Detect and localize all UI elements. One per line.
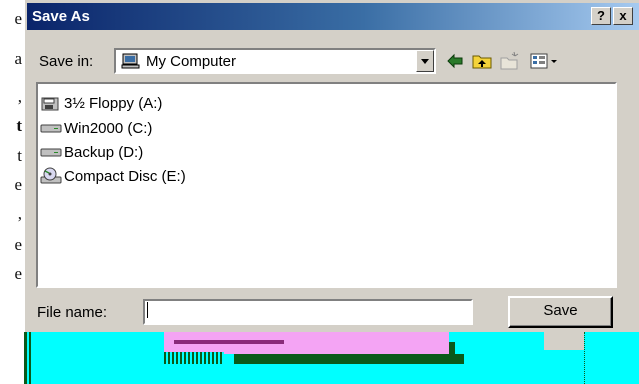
title-bar[interactable]: Save As ? x — [27, 3, 639, 30]
list-item[interactable]: 3½ Floppy (A:) — [40, 92, 162, 114]
list-item[interactable]: Backup (D:) — [40, 141, 143, 163]
save-in-value: My Computer — [146, 53, 237, 70]
help-button[interactable]: ? — [591, 7, 611, 25]
up-folder-icon — [472, 55, 492, 69]
background-text-fragment: , — [17, 87, 22, 106]
background-page-text: e a , t t e , e e — [0, 0, 24, 384]
background-text-fragment: e — [14, 235, 22, 254]
background-text-fragment: e — [14, 175, 22, 194]
dropdown-arrow-button[interactable] — [416, 50, 434, 72]
background-text-fragment: e — [14, 9, 22, 28]
list-item-label: Backup (D:) — [64, 143, 144, 161]
artifact-dither — [164, 352, 224, 364]
save-in-label: Save in: — [39, 53, 94, 70]
list-item-label: 3½ Floppy (A:) — [64, 94, 163, 112]
hard-drive-icon — [40, 148, 62, 157]
artifact-green-bar — [234, 354, 464, 364]
file-name-input[interactable] — [143, 299, 473, 325]
list-item[interactable]: Win2000 (C:) — [40, 117, 152, 139]
artifact-purple-line — [174, 340, 284, 344]
artifact-right-edge — [584, 332, 639, 384]
back-arrow-icon — [447, 53, 463, 69]
close-button[interactable]: x — [613, 7, 633, 25]
create-new-folder-button[interactable] — [499, 50, 521, 72]
background-text-fragment: , — [17, 204, 22, 223]
file-list[interactable]: 3½ Floppy (A:) Win2000 (C:) Backup (D:) — [36, 82, 617, 288]
file-name-label: File name: — [37, 304, 108, 321]
save-as-dialog: Save As ? x Save in: My Computer 3½ Flop… — [24, 0, 639, 384]
save-in-dropdown[interactable]: My Computer — [114, 48, 436, 74]
back-button[interactable] — [445, 50, 465, 72]
artifact-green-tick — [449, 342, 455, 364]
rendering-artifact-strip — [24, 332, 639, 384]
view-menu-icon — [530, 53, 557, 69]
hard-drive-icon — [40, 124, 62, 133]
list-item[interactable]: Compact Disc (E:) — [40, 165, 186, 187]
save-button[interactable]: Save — [508, 296, 613, 328]
background-text-fragment: e — [14, 264, 22, 283]
new-folder-icon — [500, 51, 519, 70]
artifact-left-edge — [29, 332, 31, 384]
up-one-level-button[interactable] — [471, 50, 493, 72]
background-text-fragment: t — [16, 116, 22, 135]
list-item-label: Win2000 (C:) — [64, 119, 153, 137]
background-text-fragment: a — [14, 49, 22, 68]
artifact-left-edge — [24, 332, 27, 384]
floppy-drive-icon — [41, 97, 59, 111]
dialog-title: Save As — [32, 8, 90, 25]
background-text-fragment: t — [17, 146, 22, 165]
view-menu-button[interactable] — [529, 50, 561, 72]
my-computer-icon — [121, 53, 140, 69]
cd-drive-icon — [40, 167, 62, 184]
list-item-label: Compact Disc (E:) — [64, 167, 186, 185]
